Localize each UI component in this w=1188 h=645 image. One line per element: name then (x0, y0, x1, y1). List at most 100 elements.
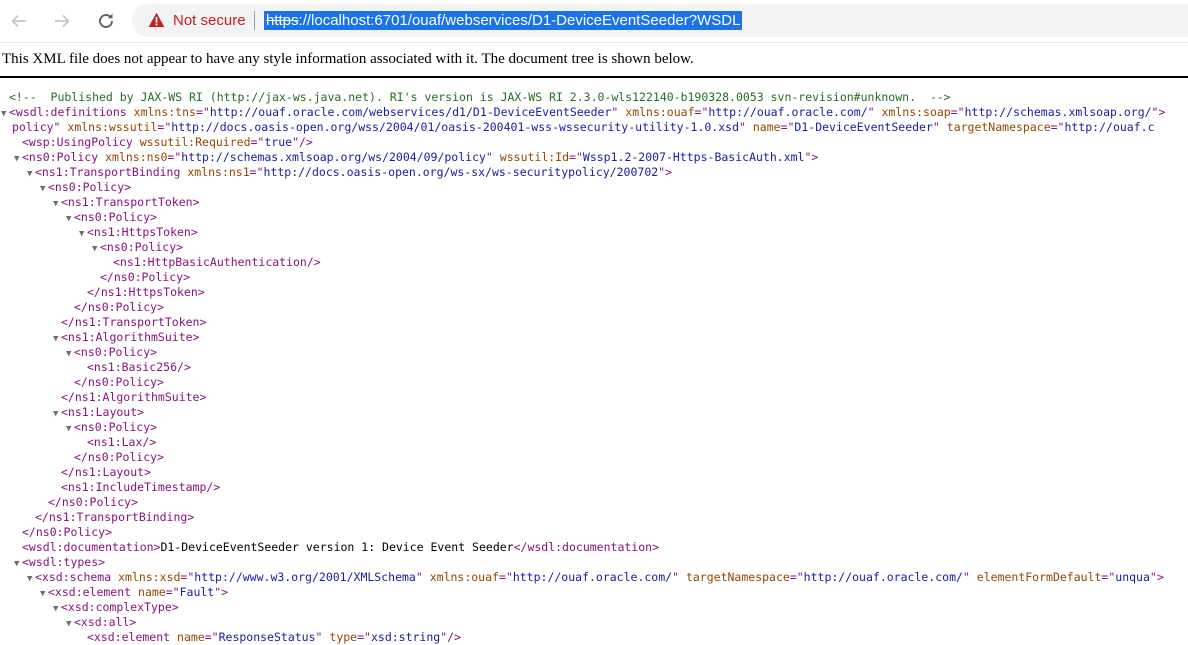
xml-line: policy" xmlns:wssutil="http://docs.oasis… (0, 120, 1188, 135)
xml-line: <xsd:element name="ResponseStatus" type=… (0, 630, 1188, 645)
xml-punct: " (962, 570, 970, 584)
collapse-toggle-icon[interactable]: ▼ (66, 617, 74, 630)
xml-punct: " (415, 570, 423, 584)
attr-value: true (264, 135, 293, 149)
collapse-toggle-icon[interactable]: ▼ (14, 152, 22, 165)
collapse-toggle-icon[interactable]: ▼ (27, 167, 35, 180)
xml-punct: /> (299, 135, 313, 149)
collapse-toggle-icon[interactable]: ▼ (40, 587, 48, 600)
reload-button[interactable] (91, 6, 121, 36)
xml-close-tag: </ns0:Policy> (22, 525, 113, 539)
xml-space (423, 570, 430, 584)
toggle-spacer (40, 497, 48, 510)
xml-space (970, 570, 977, 584)
url-text[interactable]: https://localhost:6701/ouaf/webservices/… (264, 11, 743, 30)
xml-style-notice: This XML file does not appear to have an… (2, 51, 694, 67)
xml-close-tag: </ns0:Policy> (74, 300, 165, 314)
collapse-toggle-icon[interactable]: ▼ (79, 227, 87, 240)
attr-name: type (329, 630, 358, 644)
xml-close-tag: </wsdl:documentation> (513, 540, 659, 554)
xml-space (127, 105, 134, 119)
xml-punct: " (739, 120, 753, 134)
xml-close-tag: </ns1:TransportToken> (61, 315, 207, 329)
xml-tag-name: <ns1:TransportToken (61, 195, 193, 209)
arrow-right-icon (55, 14, 70, 28)
collapse-toggle-icon[interactable]: ▼ (53, 407, 61, 420)
xml-tag-name: <xsd:schema (35, 570, 112, 584)
collapse-toggle-icon[interactable]: ▼ (40, 182, 48, 195)
collapse-toggle-icon[interactable]: ▼ (66, 347, 74, 360)
attr-value: Wssp1.2-2007-Https-BasicAuth.xml (582, 150, 805, 164)
xml-tag-name: <ns1:Basic256 (87, 360, 178, 374)
xml-line: <ns1:Basic256/> (0, 360, 1188, 375)
collapse-toggle-icon[interactable]: ▼ (66, 422, 74, 435)
xml-punct: =" (569, 150, 583, 164)
xml-space (493, 150, 500, 164)
xml-line: ▼ <ns1:Layout> (0, 405, 1188, 420)
xml-punct: =" (1101, 570, 1116, 584)
xml-line: </ns1:TransportToken> (0, 315, 1188, 330)
attr-name: wssutil:Id (499, 150, 570, 164)
not-secure-label[interactable]: Not secure (173, 12, 246, 29)
xml-line: </ns1:AlgorithmSuite> (0, 390, 1188, 405)
xml-punct: > (1156, 570, 1164, 584)
xml-punct: " (1149, 570, 1157, 584)
xml-punct: /> (177, 360, 191, 374)
attr-name: xmlns:ouaf (429, 570, 499, 584)
xml-tag-name: <ns0:Policy (22, 150, 99, 164)
xml-line: </ns0:Policy> (0, 375, 1188, 390)
xml-punct: " (867, 105, 875, 119)
collapse-toggle-icon[interactable]: ▼ (14, 557, 22, 570)
xml-tag-name: <ns1:IncludeTimestamp (61, 480, 207, 494)
xml-punct: =" (204, 630, 219, 644)
xml-line: </ns0:Policy> (0, 495, 1188, 510)
collapse-toggle-icon[interactable]: ▼ (1, 107, 9, 120)
xml-punct: policy" (12, 120, 68, 134)
xml-space (170, 630, 177, 644)
xml-line: ▼ <ns1:TransportToken> (0, 195, 1188, 210)
toggle-spacer (14, 542, 22, 555)
toggle-spacer (66, 452, 74, 465)
xml-line: ▼ <ns1:AlgorithmSuite> (0, 330, 1188, 345)
toggle-spacer (53, 317, 61, 330)
toggle-spacer (27, 512, 35, 525)
toggle-spacer (53, 482, 61, 495)
attr-value: http://www.w3.org/2001/XMLSchema (194, 570, 416, 584)
toggle-spacer (92, 272, 100, 285)
xml-line: </ns1:HttpsToken> (0, 285, 1188, 300)
collapse-toggle-icon[interactable]: ▼ (27, 572, 35, 585)
xml-close-tag: </ns1:Layout> (61, 465, 152, 479)
address-bar[interactable]: Not secure https://localhost:6701/ouaf/w… (132, 4, 1188, 37)
back-button[interactable] (4, 6, 34, 36)
toggle-spacer (79, 632, 87, 645)
xml-tag-name: <ns1:AlgorithmSuite (61, 330, 193, 344)
attr-value: http://docs.oasis-open.org/wss/2004/01/o… (171, 120, 739, 134)
xml-tag-name: <ns0:Policy (74, 210, 151, 224)
xml-punct: " (292, 135, 299, 149)
warning-triangle-icon[interactable] (148, 12, 165, 28)
xml-close-tag: </ns0:Policy> (74, 375, 165, 389)
collapse-toggle-icon[interactable]: ▼ (53, 332, 61, 345)
xml-punct: > (192, 330, 200, 344)
collapse-toggle-icon[interactable]: ▼ (53, 602, 61, 615)
xml-close-tag: </ns1:HttpsToken> (87, 285, 205, 299)
xml-punct: =" (249, 165, 264, 179)
xml-tag-name: <ns0:Policy (74, 420, 151, 434)
xml-punct: > (137, 405, 145, 419)
toggle-spacer (14, 137, 22, 150)
collapse-toggle-icon[interactable]: ▼ (92, 242, 100, 255)
xml-tag-name: <ns1:HttpsToken (87, 225, 191, 239)
xml-tag-name: <ns1:HttpBasicAuthentication (113, 255, 307, 269)
xml-line: ▼ <ns0:Policy> (0, 240, 1188, 255)
xml-tag-name: <xsd:complexType (61, 600, 172, 614)
attr-value: http://schemas.xmlsoap.org/ (964, 105, 1152, 119)
xml-space (875, 105, 882, 119)
xml-punct: " (932, 120, 947, 134)
forward-button[interactable] (47, 6, 77, 36)
collapse-toggle-icon[interactable]: ▼ (66, 212, 74, 225)
xml-punct: /> (206, 480, 221, 494)
collapse-toggle-icon[interactable]: ▼ (53, 197, 61, 210)
xml-line: ▼ <ns1:HttpsToken> (0, 225, 1188, 240)
xml-tag-name: <ns0:Policy (48, 180, 125, 194)
attr-name: xmlns:ns1 (187, 165, 250, 179)
